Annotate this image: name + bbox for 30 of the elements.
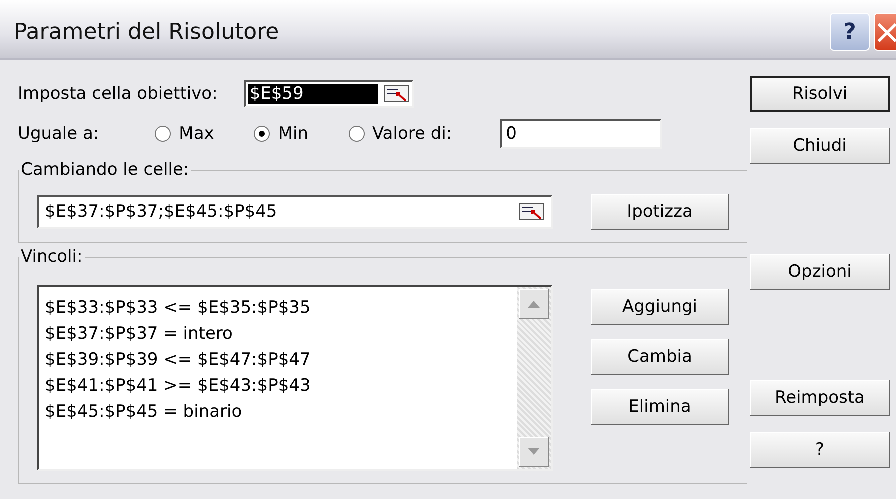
constraint-button[interactable]: Aggiungi [591,289,729,325]
changing-cells-field[interactable]: $E$37:$P$37;$E$45:$P$45 [37,195,553,229]
dialog-button[interactable]: Chiudi [750,128,890,164]
constraint-item[interactable]: $E$33:$P$33 <= $E$35:$P$35 [45,295,511,321]
constraint-button[interactable]: Cambia [591,339,729,375]
objective-label: Imposta cella obiettivo: [18,84,218,104]
radio-option[interactable]: Max [155,124,214,144]
dialog-button[interactable]: Risolvi [750,76,890,112]
group-legend: Vincoli: [19,247,85,267]
radio-option[interactable]: Min [254,124,308,144]
radio-option[interactable]: Valore di: [348,124,452,144]
constraint-item[interactable]: $E$37:$P$37 = intero [45,321,511,347]
cell-reference-icon[interactable] [384,84,410,104]
constraint-item[interactable]: $E$45:$P$45 = binario [45,399,511,425]
close-button[interactable] [874,13,896,51]
constraint-button[interactable]: Elimina [591,389,729,425]
dialog-button[interactable]: Opzioni [750,254,890,290]
cell-reference-icon[interactable] [519,202,545,222]
dialog-button[interactable]: ? [750,432,890,468]
equal-to-label: Uguale a: [18,124,100,144]
constraints-list[interactable]: $E$33:$P$33 <= $E$35:$P$35 $E$37:$P$37 = intero $E$39:$P$39 <= $E$47:$P$47 $E$41:$P$41 >= $E$43:$P$43 $E$45:$P$45 = binario [37,285,553,471]
group-legend: Cambiando le celle: [19,160,192,180]
value-field[interactable]: 0 [500,119,662,149]
dialog-button[interactable]: Reimposta [750,380,890,416]
help-button[interactable]: ? [830,13,870,51]
constraint-item[interactable]: $E$39:$P$39 <= $E$47:$P$47 [45,347,511,373]
window-title: Parametri del Risolutore [14,20,280,44]
objective-field[interactable]: $E$59 [244,80,414,108]
guess-button[interactable]: Ipotizza [591,194,729,230]
constraint-item[interactable]: $E$41:$P$41 >= $E$43:$P$43 [45,373,511,399]
